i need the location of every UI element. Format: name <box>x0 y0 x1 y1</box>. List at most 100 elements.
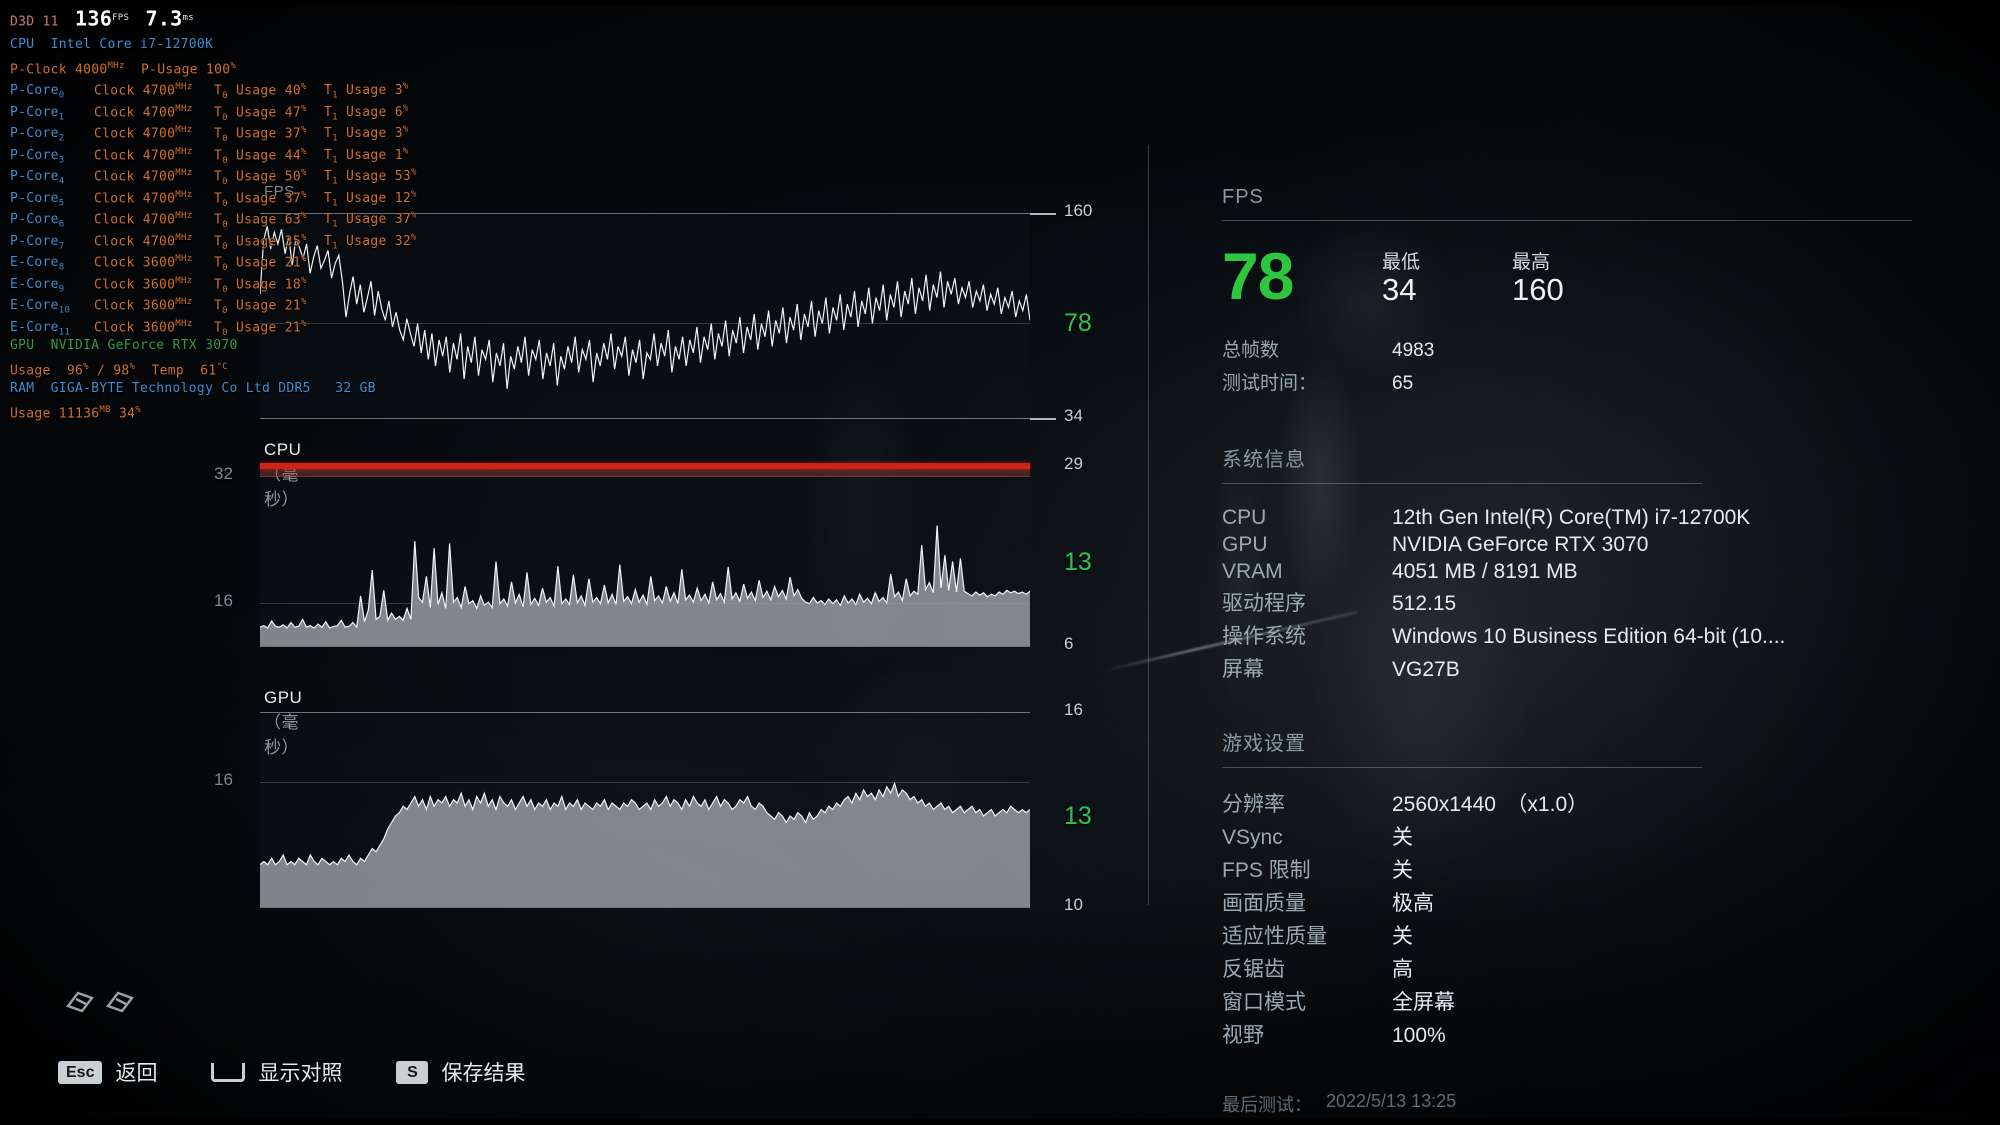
setting-row-label: 适应性质量 <box>1222 925 1327 948</box>
fps-average-value: 78 <box>1222 239 1294 313</box>
hardware-monitor-osd: D3D 11 136FPS 7.3ms CPU Intel Core i7-127… <box>10 8 480 421</box>
key-hint[interactable]: 显示对照 <box>211 1057 342 1087</box>
cpu-chart-series <box>260 525 1030 646</box>
keycap: S <box>396 1060 429 1084</box>
sysinfo-row-value: NVIDIA GeForce RTX 3070 <box>1392 533 1649 556</box>
sysinfo-row-label: VRAM <box>1222 560 1283 583</box>
fps-min-value: 34 <box>1382 272 1417 308</box>
fps-chart-axis-tick <box>1030 213 1056 215</box>
gpu-chart-gridline-top <box>260 712 1030 713</box>
sysinfo-row-value: 512.15 <box>1392 592 1457 615</box>
settings-section-title: 游戏设置 <box>1222 733 1306 755</box>
cpu-chart-current-value: 13 <box>1064 548 1092 576</box>
gpu-chart-axis-bottom-label: 10 <box>1064 895 1083 914</box>
benchmark-result-screen: FPS 160 34 78 CPU（毫秒） 16 32 29 6 13 GPU（毫秒） 16 16 10 1… <box>0 0 2000 1125</box>
cpu-threshold-band <box>260 469 1030 477</box>
gpu-chart-current-value: 13 <box>1064 802 1092 831</box>
space-key-icon <box>211 1062 246 1082</box>
osd-core-row: P-Core6 Clock 4700MHz T0 Usage 63% T1 Usage… <box>10 211 417 230</box>
sysinfo-row-label: CPU <box>1222 506 1267 529</box>
last-test-row: 最后测试： 2022/5/13 13:25 <box>1222 1091 1922 1117</box>
osd-core-row: E-Core11 Clock 3600MHz T0 Usage 21% <box>10 318 307 338</box>
sysinfo-row-value: Windows 10 Business Edition 64-bit (10..… <box>1392 625 1786 648</box>
setting-row-label: 画面质量 <box>1222 892 1306 915</box>
sysinfo-row-value: 12th Gen Intel(R) Core(TM) i7-12700K <box>1392 506 1751 529</box>
osd-ram-name: RAM GIGA-BYTE Technology Co Ltd DDR5 32 … <box>10 381 376 396</box>
cpu-chart-axis-bottom-label: 6 <box>1064 634 1074 653</box>
results-panel: FPS 78 最低 34 最高 160 总帧数 4983 测试时间： 65 系统… <box>1222 186 1922 1117</box>
keycap: Esc <box>58 1060 103 1084</box>
setting-row-label: VSync <box>1222 826 1283 849</box>
total-frames-label: 总帧数 <box>1222 340 1280 361</box>
setting-row-value: 关 <box>1392 859 1413 882</box>
game-logo <box>62 986 148 1025</box>
gpu-chart-series <box>260 781 1030 907</box>
setting-row-value: 高 <box>1392 958 1413 981</box>
fps-min-label: 最低 <box>1382 252 1421 274</box>
setting-row-value: 全屏幕 <box>1392 991 1455 1014</box>
setting-row-value: 关 <box>1392 925 1413 948</box>
fps-chart-axis-top-label: 160 <box>1064 201 1093 220</box>
setting-row-label: 反锯齿 <box>1222 958 1285 981</box>
duration-label: 测试时间： <box>1222 373 1318 394</box>
total-frames-value: 4983 <box>1392 340 1435 361</box>
key-hint-label: 保存结果 <box>441 1062 526 1085</box>
panel-divider <box>1148 145 1149 905</box>
sysinfo-row-value: 4051 MB / 8191 MB <box>1392 560 1578 583</box>
osd-core-row: P-Core7 Clock 4700MHz T0 Usage 35% T1 Usage… <box>10 232 417 252</box>
osd-core-row: E-Core8 Clock 3600MHz T0 Usage 21% <box>10 254 307 273</box>
letterbox-top <box>0 0 2000 7</box>
setting-row-value: 100% <box>1392 1024 1446 1047</box>
sysinfo-row-label: GPU <box>1222 533 1268 556</box>
cpu-chart-gridline-mid <box>260 603 1030 604</box>
osd-core-row: P-Core5 Clock 4700MHz T0 Usage 37% T1 Usage… <box>10 189 417 209</box>
sysinfo-row-value: VG27B <box>1392 658 1460 681</box>
key-hint-label: 返回 <box>115 1062 158 1085</box>
last-test-label: 最后测试： <box>1222 1095 1312 1115</box>
sysinfo-row-label: 屏幕 <box>1222 658 1264 681</box>
gpu-chart-gridline-bottom <box>260 907 1030 908</box>
cpu-chart-plot <box>260 466 1030 646</box>
fps-section-rule <box>1222 220 1912 221</box>
duration-value: 65 <box>1392 373 1414 394</box>
key-hints-bar: Esc 返回 显示对照 S 保存结果 <box>58 1057 525 1087</box>
osd-ram-usage: Usage 11136MB 34% <box>10 404 141 421</box>
key-hint[interactable]: S 保存结果 <box>396 1057 525 1087</box>
osd-gpu-stats: Usage 96% / 98% Temp 61°C <box>10 361 228 378</box>
key-hint[interactable]: Esc 返回 <box>58 1057 157 1087</box>
cpu-chart-gridline-bottom <box>260 646 1030 647</box>
setting-row-value: 关 <box>1392 826 1413 849</box>
letterbox-bottom <box>0 1118 2000 1125</box>
fps-chart-axis-tick <box>1030 418 1056 420</box>
setting-row-value: 2560x1440 （x1.0） <box>1392 793 1589 816</box>
osd-core-row: P-Core1 Clock 4700MHz T0 Usage 47% T1 Usage… <box>10 103 409 123</box>
osd-api-line: D3D 11 136FPS 7.3ms <box>10 6 194 31</box>
osd-core-row: P-Core2 Clock 4700MHz T0 Usage 37% T1 Usage… <box>10 125 409 144</box>
osd-core-row: E-Core9 Clock 3600MHz T0 Usage 18% <box>10 275 307 295</box>
gpu-chart-plot <box>260 712 1030 907</box>
cpu-chart-axis-top-label: 29 <box>1064 454 1083 473</box>
settings-section: 游戏设置 分辨率 2560x1440 （x1.0） VSync 关 FPS 限制关画面质… <box>1222 727 1922 1049</box>
setting-row-label: 窗口模式 <box>1222 991 1306 1014</box>
fps-chart-current-value: 78 <box>1064 308 1092 337</box>
fps-chart-axis-bottom-label: 34 <box>1064 406 1083 425</box>
fps-section: FPS 78 最低 34 最高 160 总帧数 4983 测试时间： 65 <box>1222 186 1922 395</box>
osd-core-row: P-Core3 Clock 4700MHz T0 Usage 44% T1 Usage… <box>10 146 409 166</box>
key-hint-label: 显示对照 <box>258 1062 343 1085</box>
fps-section-title: FPS <box>1222 186 1264 208</box>
sysinfo-row-label: 驱动程序 <box>1222 592 1306 615</box>
fps-max-label: 最高 <box>1512 252 1551 274</box>
osd-core-row: E-Core10 Clock 3600MHz T0 Usage 21% <box>10 297 307 316</box>
fps-max-value: 160 <box>1512 272 1564 308</box>
osd-pclock-line: P-Clock 4000MHz P-Usage 100% <box>10 60 237 77</box>
sysinfo-row-label: 操作系统 <box>1222 625 1306 648</box>
setting-row-label: 分辨率 <box>1222 793 1285 816</box>
sysinfo-section-rule <box>1222 483 1702 484</box>
cpu-chart-left-tick: 16 <box>214 591 233 610</box>
cpu-chart-left-tick-upper: 32 <box>214 464 233 483</box>
setting-row-label: 视野 <box>1222 1024 1264 1047</box>
osd-cpu-name: CPU Intel Core i7-12700K <box>10 37 214 52</box>
osd-core-row: P-Core0 Clock 4700MHz T0 Usage 40% T1 Usage… <box>10 82 409 101</box>
sysinfo-section: 系统信息 CPU 12th Gen Intel(R) Core(TM) i7-12… <box>1222 443 1922 683</box>
setting-row-value: 极高 <box>1392 892 1434 915</box>
